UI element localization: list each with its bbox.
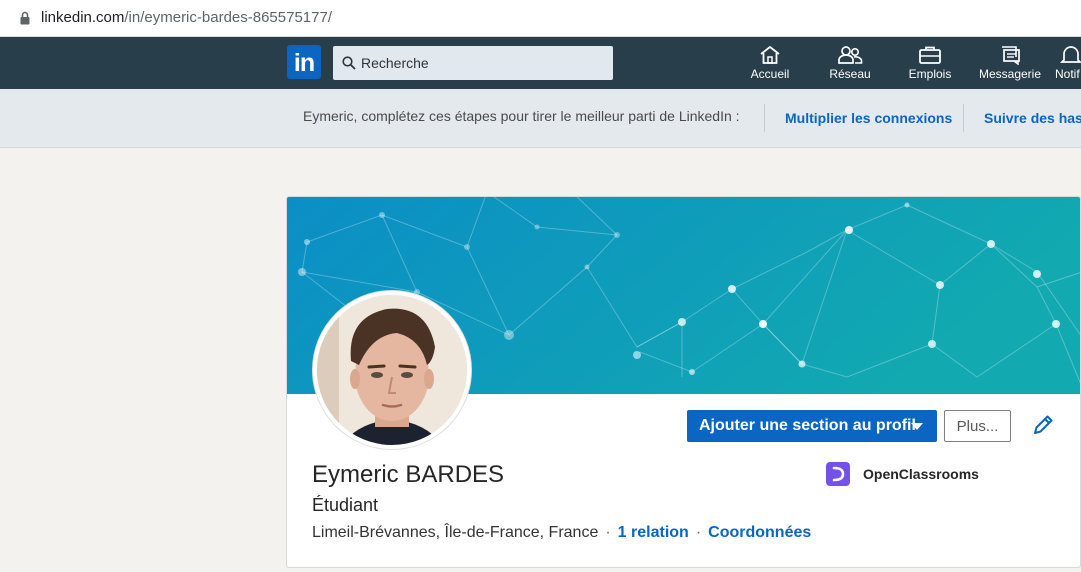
onboarding-link-hashtags[interactable]: Suivre des hash — [984, 110, 1081, 126]
profile-meta: Limeil-Brévannes, Île-de-France, France ·… — [312, 524, 811, 542]
url-host: linkedin.com — [41, 9, 125, 26]
network-icon — [838, 46, 863, 64]
profile-location: Limeil-Brévannes, Île-de-France, France — [312, 524, 599, 541]
top-navigation: in Accueil Réseau Emplois — [0, 37, 1081, 89]
nav-item-accueil[interactable]: Accueil — [745, 41, 795, 87]
edit-pencil-icon[interactable] — [1031, 413, 1055, 437]
url-path: /in/eymeric-bardes-865575177/ — [124, 9, 332, 26]
briefcase-icon — [919, 46, 941, 64]
strip-divider — [764, 104, 765, 132]
connections-link[interactable]: 1 relation — [618, 524, 689, 541]
messaging-icon — [1002, 46, 1020, 65]
profile-card: Ajouter une section au profil Plus... Ey… — [286, 196, 1081, 568]
profile-photo-image — [317, 295, 467, 445]
home-icon — [760, 46, 780, 64]
nav-item-reseau[interactable]: Réseau — [824, 41, 876, 87]
add-profile-section-button[interactable]: Ajouter une section au profil — [687, 410, 937, 442]
profile-name: Eymeric BARDES — [312, 461, 505, 488]
lock-icon — [20, 11, 30, 25]
nav-label-emplois: Emplois — [908, 67, 952, 81]
add-profile-section-label: Ajouter une section au profil — [699, 417, 916, 434]
meta-separator: · — [605, 524, 611, 541]
search-icon — [342, 56, 356, 70]
url-text[interactable]: linkedin.com/in/eymeric-bardes-865575177… — [41, 9, 332, 26]
contact-info-link[interactable]: Coordonnées — [708, 524, 811, 541]
browser-address-bar[interactable]: linkedin.com/in/eymeric-bardes-865575177… — [0, 0, 1081, 37]
onboarding-strip: Eymeric, complétez ces étapes pour tirer… — [0, 89, 1081, 148]
search-input[interactable] — [361, 46, 606, 80]
openclassrooms-logo-icon — [826, 462, 850, 486]
strip-divider — [963, 104, 964, 132]
linkedin-logo[interactable]: in — [287, 45, 321, 79]
organization-name: OpenClassrooms — [863, 466, 979, 482]
profile-headline: Étudiant — [312, 495, 379, 515]
nav-item-emplois[interactable]: Emplois — [904, 41, 956, 87]
profile-photo[interactable] — [313, 291, 471, 449]
meta-separator: · — [695, 524, 702, 541]
onboarding-text: Eymeric, complétez ces étapes pour tirer… — [303, 108, 740, 124]
nav-item-notifications[interactable]: Notif — [1055, 41, 1081, 87]
more-button[interactable]: Plus... — [944, 410, 1011, 442]
nav-label-notifications: Notif — [1055, 67, 1080, 81]
bell-icon — [1059, 46, 1081, 63]
search-box[interactable] — [333, 46, 613, 80]
onboarding-link-connexions[interactable]: Multiplier les connexions — [785, 110, 952, 126]
nav-label-messagerie: Messagerie — [978, 67, 1042, 81]
nav-label-reseau: Réseau — [829, 67, 871, 81]
nav-item-messagerie[interactable]: Messagerie — [977, 41, 1043, 87]
caret-down-icon — [911, 423, 923, 430]
nav-label-accueil: Accueil — [750, 67, 790, 81]
